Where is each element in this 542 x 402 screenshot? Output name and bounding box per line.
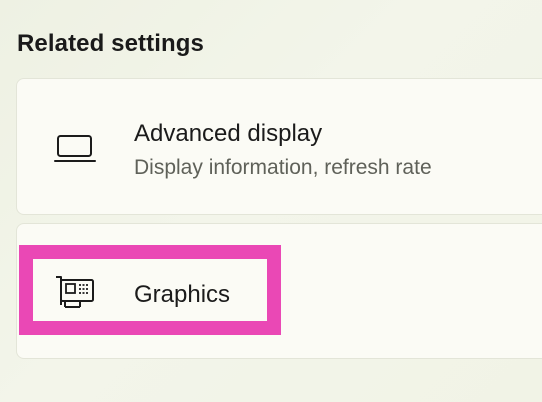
advanced-display-subtitle: Display information, refresh rate	[134, 156, 432, 179]
graphics-item[interactable]: Graphics	[16, 223, 542, 359]
laptop-icon	[54, 133, 96, 165]
graphics-title: Graphics	[134, 281, 231, 308]
advanced-display-title: Advanced display	[134, 120, 323, 147]
graphics-card-icon	[54, 274, 96, 310]
related-settings-title: Related settings	[17, 30, 204, 57]
advanced-display-item[interactable]: Advanced display Display information, re…	[16, 78, 542, 215]
